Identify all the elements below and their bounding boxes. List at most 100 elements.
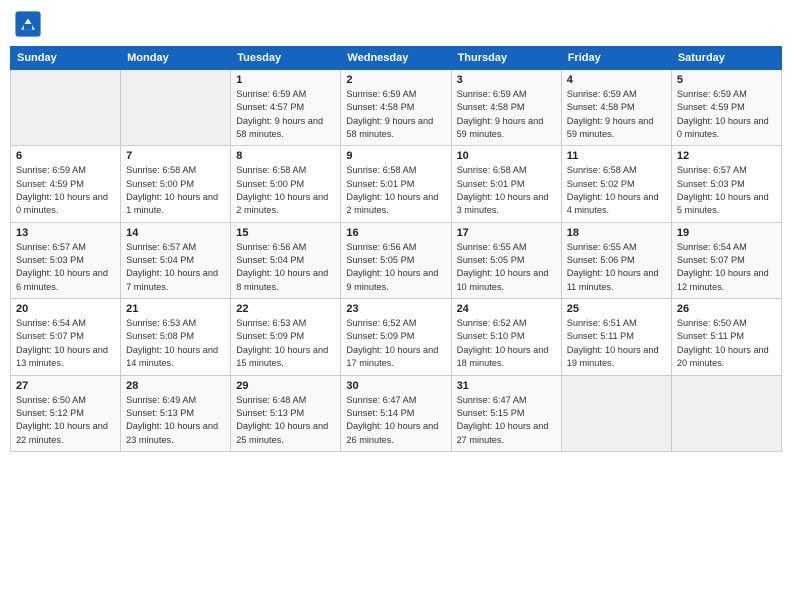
calendar-cell: 6 Sunrise: 6:59 AM Sunset: 4:59 PM Daylig… bbox=[11, 146, 121, 222]
day-detail: Sunrise: 6:53 AM Sunset: 5:09 PM Dayligh… bbox=[236, 317, 335, 370]
calendar-cell: 30 Sunrise: 6:47 AM Sunset: 5:14 PM Dayli… bbox=[341, 375, 451, 451]
calendar-cell: 29 Sunrise: 6:48 AM Sunset: 5:13 PM Dayli… bbox=[231, 375, 341, 451]
day-number: 16 bbox=[346, 227, 445, 239]
day-detail: Sunrise: 6:54 AM Sunset: 5:07 PM Dayligh… bbox=[677, 241, 776, 294]
day-detail: Sunrise: 6:52 AM Sunset: 5:10 PM Dayligh… bbox=[457, 317, 556, 370]
day-number: 11 bbox=[567, 150, 666, 162]
calendar-cell: 15 Sunrise: 6:56 AM Sunset: 5:04 PM Dayli… bbox=[231, 222, 341, 298]
calendar-cell: 13Sunrise: 6:57 AM Sunset: 5:03 PM Dayli… bbox=[11, 222, 121, 298]
day-number: 8 bbox=[236, 150, 335, 162]
calendar-cell: 20 Sunrise: 6:54 AM Sunset: 5:07 PM Dayli… bbox=[11, 299, 121, 375]
day-number: 2 bbox=[346, 74, 445, 86]
week-row-5: 27 Sunrise: 6:50 AM Sunset: 5:12 PM Dayli… bbox=[11, 375, 782, 451]
day-detail: Sunrise: 6:56 AM Sunset: 5:05 PM Dayligh… bbox=[346, 241, 445, 294]
day-number: 31 bbox=[457, 380, 556, 392]
calendar-table: SundayMondayTuesdayWednesdayThursdayFrid… bbox=[10, 46, 782, 452]
logo-icon bbox=[14, 10, 42, 38]
day-detail: Sunrise: 6:59 AM Sunset: 4:59 PM Dayligh… bbox=[677, 88, 776, 141]
day-detail: Sunrise: 6:58 AM Sunset: 5:02 PM Dayligh… bbox=[567, 164, 666, 217]
calendar-cell: 24 Sunrise: 6:52 AM Sunset: 5:10 PM Dayli… bbox=[451, 299, 561, 375]
day-number: 23 bbox=[346, 303, 445, 315]
day-detail: Sunrise: 6:57 AM Sunset: 5:04 PM Dayligh… bbox=[126, 241, 225, 294]
day-number: 29 bbox=[236, 380, 335, 392]
day-detail: Sunrise: 6:53 AM Sunset: 5:08 PM Dayligh… bbox=[126, 317, 225, 370]
day-number: 26 bbox=[677, 303, 776, 315]
day-number: 10 bbox=[457, 150, 556, 162]
calendar-cell: 9 Sunrise: 6:58 AM Sunset: 5:01 PM Daylig… bbox=[341, 146, 451, 222]
calendar-cell: 31 Sunrise: 6:47 AM Sunset: 5:15 PM Dayli… bbox=[451, 375, 561, 451]
day-detail: Sunrise: 6:47 AM Sunset: 5:14 PM Dayligh… bbox=[346, 394, 445, 447]
day-number: 17 bbox=[457, 227, 556, 239]
day-number: 30 bbox=[346, 380, 445, 392]
day-number: 15 bbox=[236, 227, 335, 239]
day-detail: Sunrise: 6:52 AM Sunset: 5:09 PM Dayligh… bbox=[346, 317, 445, 370]
day-detail: Sunrise: 6:55 AM Sunset: 5:06 PM Dayligh… bbox=[567, 241, 666, 294]
day-detail: Sunrise: 6:50 AM Sunset: 5:11 PM Dayligh… bbox=[677, 317, 776, 370]
day-detail: Sunrise: 6:51 AM Sunset: 5:11 PM Dayligh… bbox=[567, 317, 666, 370]
calendar-cell: 2 Sunrise: 6:59 AM Sunset: 4:58 PM Daylig… bbox=[341, 70, 451, 146]
day-detail: Sunrise: 6:58 AM Sunset: 5:01 PM Dayligh… bbox=[346, 164, 445, 217]
calendar-cell bbox=[561, 375, 671, 451]
col-header-friday: Friday bbox=[561, 47, 671, 70]
day-number: 28 bbox=[126, 380, 225, 392]
col-header-tuesday: Tuesday bbox=[231, 47, 341, 70]
week-row-4: 20 Sunrise: 6:54 AM Sunset: 5:07 PM Dayli… bbox=[11, 299, 782, 375]
col-header-thursday: Thursday bbox=[451, 47, 561, 70]
day-detail: Sunrise: 6:59 AM Sunset: 4:58 PM Dayligh… bbox=[567, 88, 666, 141]
day-number: 4 bbox=[567, 74, 666, 86]
day-number: 27 bbox=[16, 380, 115, 392]
day-detail: Sunrise: 6:58 AM Sunset: 5:00 PM Dayligh… bbox=[126, 164, 225, 217]
week-row-1: 1 Sunrise: 6:59 AM Sunset: 4:57 PM Daylig… bbox=[11, 70, 782, 146]
day-number: 1 bbox=[236, 74, 335, 86]
calendar-cell: 8 Sunrise: 6:58 AM Sunset: 5:00 PM Daylig… bbox=[231, 146, 341, 222]
calendar-cell: 26 Sunrise: 6:50 AM Sunset: 5:11 PM Dayli… bbox=[671, 299, 781, 375]
day-detail: Sunrise: 6:58 AM Sunset: 5:00 PM Dayligh… bbox=[236, 164, 335, 217]
day-number: 9 bbox=[346, 150, 445, 162]
day-detail: Sunrise: 6:59 AM Sunset: 4:59 PM Dayligh… bbox=[16, 164, 115, 217]
day-detail: Sunrise: 6:55 AM Sunset: 5:05 PM Dayligh… bbox=[457, 241, 556, 294]
day-detail: Sunrise: 6:49 AM Sunset: 5:13 PM Dayligh… bbox=[126, 394, 225, 447]
calendar-cell bbox=[11, 70, 121, 146]
day-number: 18 bbox=[567, 227, 666, 239]
col-header-monday: Monday bbox=[121, 47, 231, 70]
week-row-3: 13Sunrise: 6:57 AM Sunset: 5:03 PM Dayli… bbox=[11, 222, 782, 298]
logo bbox=[14, 10, 44, 38]
calendar-cell: 19Sunrise: 6:54 AM Sunset: 5:07 PM Dayli… bbox=[671, 222, 781, 298]
day-detail: Sunrise: 6:54 AM Sunset: 5:07 PM Dayligh… bbox=[16, 317, 115, 370]
col-header-sunday: Sunday bbox=[11, 47, 121, 70]
day-detail: Sunrise: 6:47 AM Sunset: 5:15 PM Dayligh… bbox=[457, 394, 556, 447]
calendar-cell bbox=[121, 70, 231, 146]
calendar-cell: 10Sunrise: 6:58 AM Sunset: 5:01 PM Dayli… bbox=[451, 146, 561, 222]
day-number: 21 bbox=[126, 303, 225, 315]
col-header-wednesday: Wednesday bbox=[341, 47, 451, 70]
col-header-saturday: Saturday bbox=[671, 47, 781, 70]
day-number: 14 bbox=[126, 227, 225, 239]
day-number: 6 bbox=[16, 150, 115, 162]
day-detail: Sunrise: 6:57 AM Sunset: 5:03 PM Dayligh… bbox=[677, 164, 776, 217]
page-header bbox=[10, 10, 782, 38]
day-detail: Sunrise: 6:59 AM Sunset: 4:57 PM Dayligh… bbox=[236, 88, 335, 141]
calendar-cell: 23 Sunrise: 6:52 AM Sunset: 5:09 PM Dayli… bbox=[341, 299, 451, 375]
day-detail: Sunrise: 6:50 AM Sunset: 5:12 PM Dayligh… bbox=[16, 394, 115, 447]
calendar-cell bbox=[671, 375, 781, 451]
day-number: 3 bbox=[457, 74, 556, 86]
day-number: 20 bbox=[16, 303, 115, 315]
calendar-cell: 22 Sunrise: 6:53 AM Sunset: 5:09 PM Dayli… bbox=[231, 299, 341, 375]
day-detail: Sunrise: 6:59 AM Sunset: 4:58 PM Dayligh… bbox=[457, 88, 556, 141]
week-row-2: 6 Sunrise: 6:59 AM Sunset: 4:59 PM Daylig… bbox=[11, 146, 782, 222]
calendar-cell: 27 Sunrise: 6:50 AM Sunset: 5:12 PM Dayli… bbox=[11, 375, 121, 451]
calendar-cell: 11 Sunrise: 6:58 AM Sunset: 5:02 PM Dayli… bbox=[561, 146, 671, 222]
calendar-cell: 18 Sunrise: 6:55 AM Sunset: 5:06 PM Dayli… bbox=[561, 222, 671, 298]
calendar-cell: 4 Sunrise: 6:59 AM Sunset: 4:58 PM Daylig… bbox=[561, 70, 671, 146]
day-number: 24 bbox=[457, 303, 556, 315]
day-number: 22 bbox=[236, 303, 335, 315]
day-number: 25 bbox=[567, 303, 666, 315]
day-detail: Sunrise: 6:56 AM Sunset: 5:04 PM Dayligh… bbox=[236, 241, 335, 294]
calendar-cell: 28 Sunrise: 6:49 AM Sunset: 5:13 PM Dayli… bbox=[121, 375, 231, 451]
calendar-cell: 14 Sunrise: 6:57 AM Sunset: 5:04 PM Dayli… bbox=[121, 222, 231, 298]
day-detail: Sunrise: 6:48 AM Sunset: 5:13 PM Dayligh… bbox=[236, 394, 335, 447]
calendar-cell: 16 Sunrise: 6:56 AM Sunset: 5:05 PM Dayli… bbox=[341, 222, 451, 298]
calendar-cell: 12Sunrise: 6:57 AM Sunset: 5:03 PM Dayli… bbox=[671, 146, 781, 222]
day-detail: Sunrise: 6:59 AM Sunset: 4:58 PM Dayligh… bbox=[346, 88, 445, 141]
calendar-header-row: SundayMondayTuesdayWednesdayThursdayFrid… bbox=[11, 47, 782, 70]
